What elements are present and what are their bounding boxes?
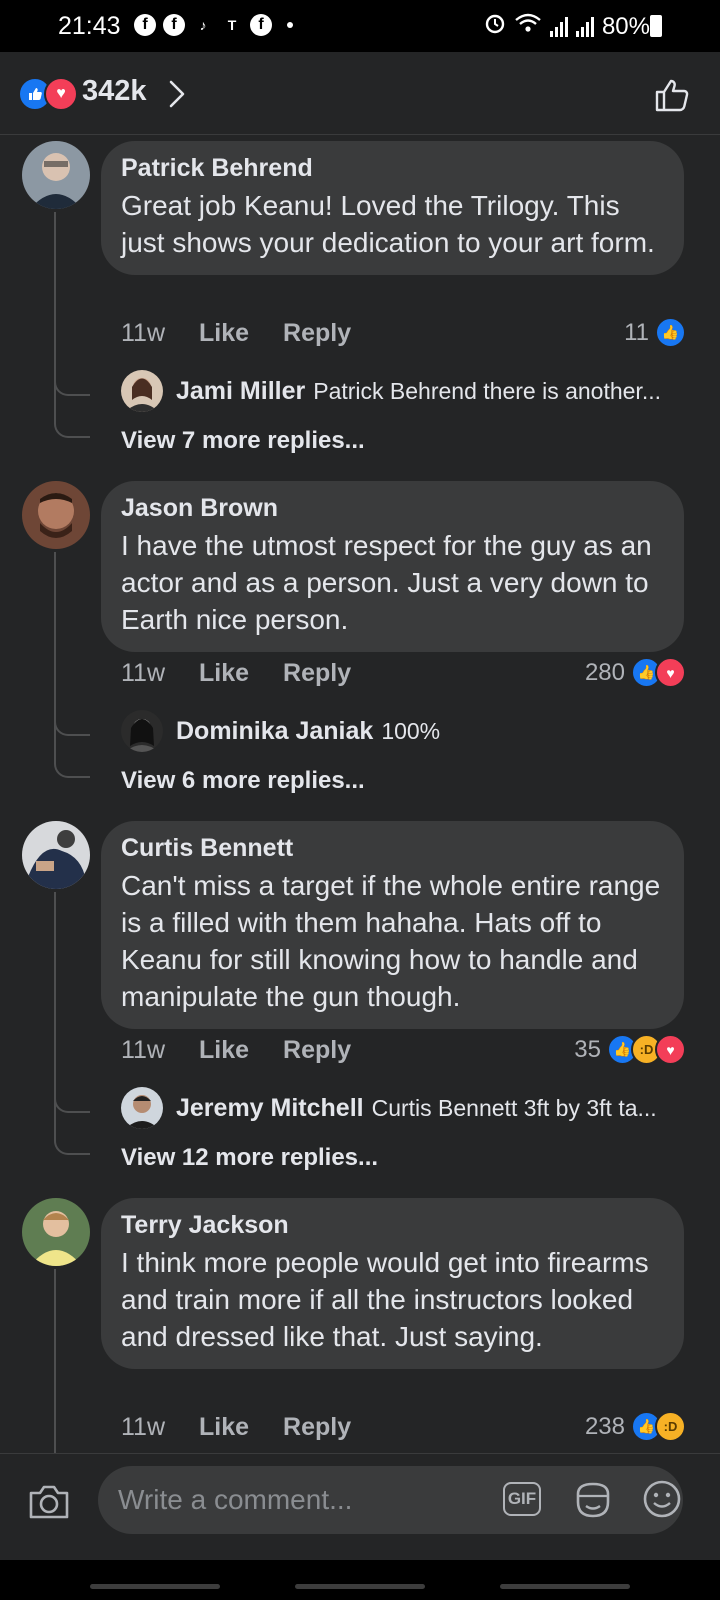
reply-button[interactable]: Reply xyxy=(283,1036,351,1065)
thumbs-up-icon[interactable] xyxy=(654,78,690,117)
like-reaction-icon: 👍 xyxy=(655,317,686,348)
reply-button[interactable]: Reply xyxy=(283,659,351,688)
comment-author[interactable]: Curtis Bennett xyxy=(121,833,664,863)
view-more-replies-link[interactable]: View 12 more replies... xyxy=(121,1144,378,1172)
teams-icon: T xyxy=(227,17,237,33)
comment-bubble[interactable]: Jason Brown I have the utmost respect fo… xyxy=(101,481,684,652)
avatar[interactable] xyxy=(22,481,90,549)
comment-author[interactable]: Terry Jackson xyxy=(121,1210,664,1240)
comment-bubble[interactable]: Patrick Behrend Great job Keanu! Loved t… xyxy=(101,141,684,275)
comment-actions: 11w Like Reply xyxy=(121,659,351,688)
reaction-count: 11 xyxy=(624,318,649,346)
comment-reactions[interactable]: 280 👍 ♥ xyxy=(585,657,686,688)
more-notifications-dot xyxy=(287,22,293,28)
comment-actions: 11w Like Reply xyxy=(121,1413,351,1442)
reaction-count: 280 xyxy=(584,658,625,686)
comment-text: Great job Keanu! Loved the Trilogy. This… xyxy=(121,190,655,258)
thread-branch xyxy=(54,414,90,438)
comment-composer: GIF xyxy=(0,1453,720,1561)
sticker-icon[interactable] xyxy=(572,1480,614,1525)
comment-time[interactable]: 11w xyxy=(121,1413,165,1442)
view-more-replies-link[interactable]: View 7 more replies... xyxy=(121,427,365,455)
system-navigation-bar xyxy=(0,1560,720,1600)
battery-percent: 80% xyxy=(601,12,650,40)
reply-author[interactable]: Dominika Janiak xyxy=(176,717,373,746)
reply-preview[interactable]: Jeremy Mitchell Curtis Bennett 3ft by 3f… xyxy=(121,1087,686,1129)
facebook-icon: f xyxy=(134,14,156,36)
status-time: 21:43 xyxy=(58,12,121,40)
signal-icon xyxy=(549,16,568,37)
reply-text: Curtis Bennett 3ft by 3ft ta... xyxy=(371,1094,657,1121)
comment-actions: 11w Like Reply xyxy=(121,319,351,348)
comment-time[interactable]: 11w xyxy=(121,319,165,348)
reply-preview[interactable]: Dominika Janiak 100% xyxy=(121,710,686,752)
avatar[interactable] xyxy=(22,1198,90,1266)
status-bar: 21:43 f f ♪ T f 80% xyxy=(0,0,720,52)
comment-text: Can't miss a target if the whole entire … xyxy=(121,870,661,1012)
alarm-icon xyxy=(484,12,506,41)
wifi-icon xyxy=(514,12,542,41)
avatar[interactable] xyxy=(121,370,163,412)
avatar[interactable] xyxy=(121,710,163,752)
chevron-right-icon[interactable] xyxy=(168,79,186,114)
like-button[interactable]: Like xyxy=(199,319,249,348)
nav-back[interactable] xyxy=(500,1584,630,1589)
love-reaction-icon: ♥ xyxy=(655,657,686,688)
thread-branch xyxy=(54,1089,90,1113)
battery-icon xyxy=(650,15,662,37)
comment-bubble[interactable]: Terry Jackson I think more people would … xyxy=(101,1198,684,1369)
facebook-icon: f xyxy=(163,14,185,36)
camera-icon[interactable] xyxy=(28,1484,70,1525)
thread-branch xyxy=(54,372,90,396)
reply-author[interactable]: Jeremy Mitchell xyxy=(176,1094,364,1123)
comment-reactions[interactable]: 238 👍 :D xyxy=(585,1411,686,1442)
gif-button[interactable]: GIF xyxy=(503,1482,541,1516)
reply-author[interactable]: Jami Miller xyxy=(176,377,305,406)
like-button[interactable]: Like xyxy=(199,659,249,688)
avatar[interactable] xyxy=(121,1087,163,1129)
comment-text: I think more people would get into firea… xyxy=(121,1247,649,1352)
comment-reactions[interactable]: 35 👍 :D ♥ xyxy=(574,1034,686,1065)
tiktok-icon: ♪ xyxy=(199,17,207,33)
view-more-replies-link[interactable]: View 6 more replies... xyxy=(121,767,365,795)
thread-branch xyxy=(54,754,90,778)
thread-line xyxy=(54,212,56,422)
comment-author[interactable]: Jason Brown xyxy=(121,493,664,523)
reply-button[interactable]: Reply xyxy=(283,1413,351,1442)
signal-icon xyxy=(575,16,594,37)
comment-text: I have the utmost respect for the guy as… xyxy=(121,530,652,635)
avatar[interactable] xyxy=(22,141,90,209)
comment-time[interactable]: 11w xyxy=(121,1036,165,1065)
reply-preview[interactable]: Jami Miller Patrick Behrend there is ano… xyxy=(121,370,686,412)
love-reaction-icon: ♥ xyxy=(44,77,78,111)
thread-branch xyxy=(54,712,90,736)
comment-author[interactable]: Patrick Behrend xyxy=(121,153,664,183)
thread-branch xyxy=(54,1131,90,1155)
reaction-count[interactable]: 342k xyxy=(82,75,147,108)
comment-reactions[interactable]: 11 👍 xyxy=(624,317,686,348)
thread-line xyxy=(54,552,56,762)
comment-bubble[interactable]: Curtis Bennett Can't miss a target if th… xyxy=(101,821,684,1029)
status-system-icons: 80% xyxy=(484,12,650,41)
reaction-count: 238 xyxy=(584,1412,625,1440)
love-reaction-icon: ♥ xyxy=(655,1034,686,1065)
nav-recent-apps[interactable] xyxy=(90,1584,220,1589)
status-notification-icons: f f ♪ T f xyxy=(134,14,293,36)
reply-text: 100% xyxy=(381,717,441,744)
like-button[interactable]: Like xyxy=(199,1036,249,1065)
reaction-summary-icons[interactable]: ♥ xyxy=(18,77,78,111)
facebook-icon: f xyxy=(250,14,272,36)
like-button[interactable]: Like xyxy=(199,1413,249,1442)
reaction-count: 35 xyxy=(574,1035,601,1063)
comment-actions: 11w Like Reply xyxy=(121,1036,351,1065)
comment-time[interactable]: 11w xyxy=(121,659,165,688)
thread-line xyxy=(54,1269,56,1453)
haha-reaction-icon: :D xyxy=(655,1411,686,1442)
emoji-icon[interactable] xyxy=(642,1479,682,1524)
reply-button[interactable]: Reply xyxy=(283,319,351,348)
nav-home[interactable] xyxy=(295,1584,425,1589)
reply-text: Patrick Behrend there is another... xyxy=(313,377,661,404)
avatar[interactable] xyxy=(22,821,90,889)
reactions-header: ♥ 342k xyxy=(0,52,720,135)
